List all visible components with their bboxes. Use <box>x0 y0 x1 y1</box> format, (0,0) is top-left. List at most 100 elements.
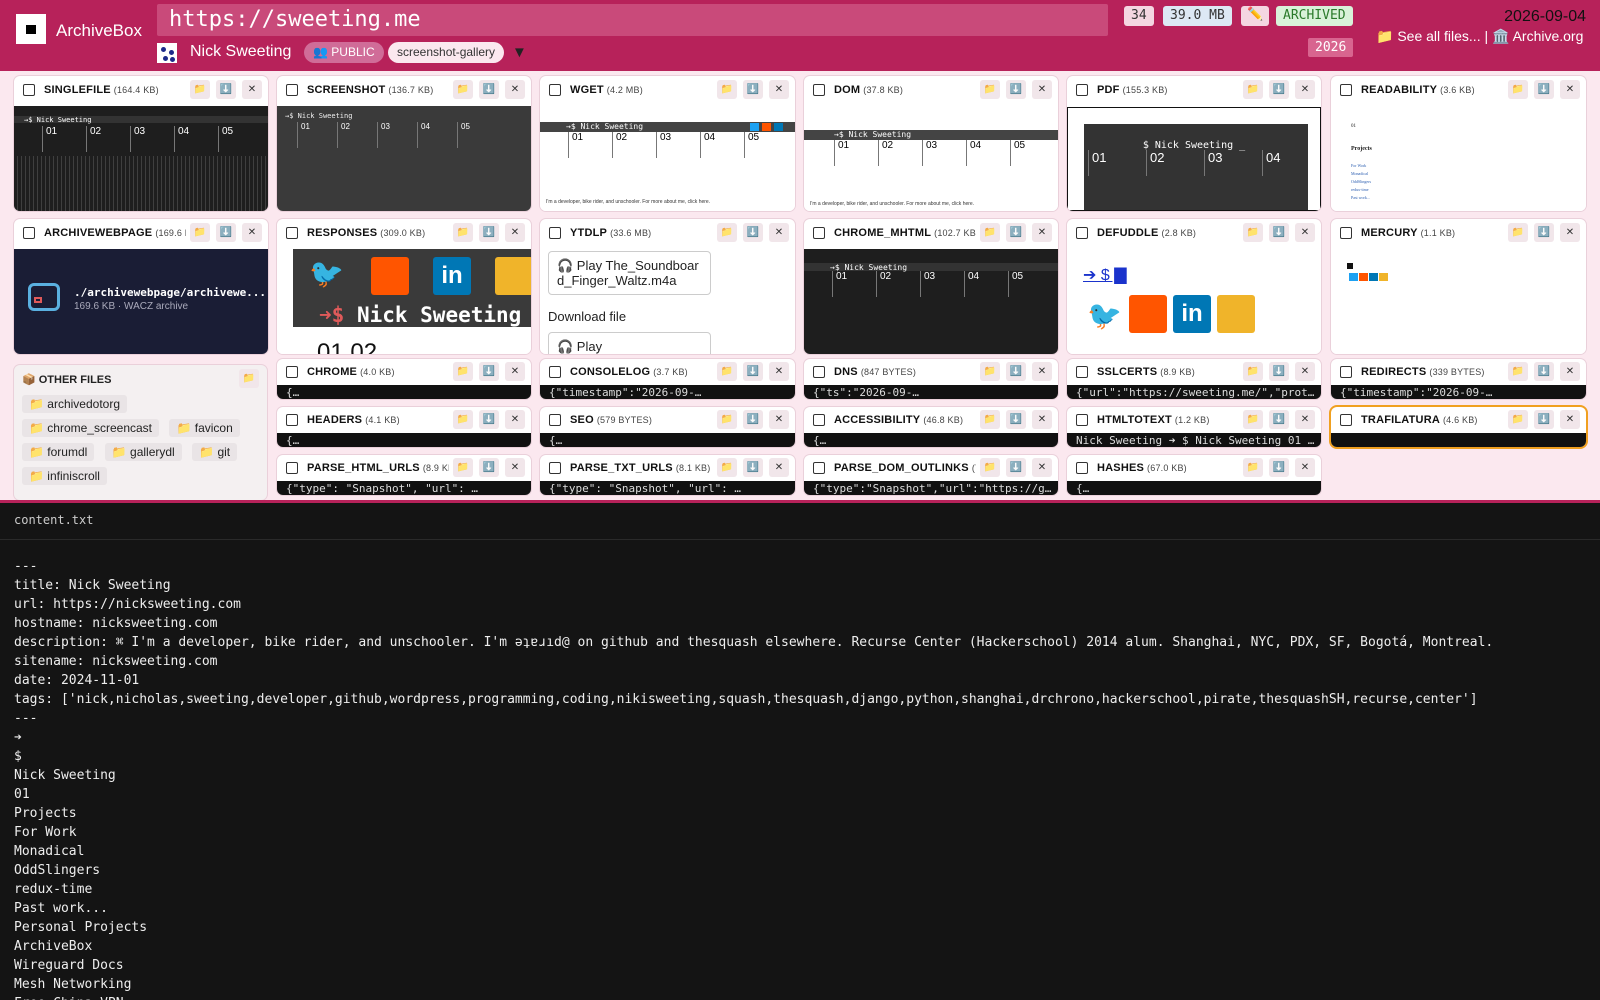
brand-name[interactable]: ArchiveBox <box>56 21 142 41</box>
card-readability[interactable]: READABILITY (3.6 KB) 📁 ⬇️ ✕ 01 Projects For… <box>1331 76 1586 211</box>
card-singlefile[interactable]: SINGLEFILE (164.4 KB) 📁 ⬇️ ✕ →$ Nick Sweeti… <box>14 76 268 211</box>
snapshot-url[interactable]: https://sweeting.me <box>157 4 1108 36</box>
linkedin-icon[interactable]: in <box>1173 295 1211 333</box>
download-icon[interactable]: ⬇️ <box>1006 362 1026 381</box>
mercury-preview[interactable] <box>1331 249 1586 354</box>
download-icon[interactable]: ⬇️ <box>743 223 763 242</box>
folder-icon[interactable]: 📁 <box>453 80 473 99</box>
folder-gallerydl[interactable]: 📁 gallerydl <box>104 443 182 461</box>
close-icon[interactable]: ✕ <box>769 80 789 99</box>
folder-infiniscroll[interactable]: 📁 infiniscroll <box>22 467 107 485</box>
close-icon[interactable]: ✕ <box>1032 362 1052 381</box>
linkedin-icon[interactable]: in <box>433 257 471 295</box>
card-headers[interactable]: HEADERS (4.1 KB) 📁 ⬇️ ✕ {… <box>277 407 531 447</box>
download-icon[interactable]: ⬇️ <box>1534 362 1554 381</box>
output-snippet[interactable]: {… <box>1067 481 1321 495</box>
close-icon[interactable]: ✕ <box>1032 410 1052 429</box>
folder-icon[interactable]: 📁 <box>239 369 259 388</box>
card-defuddle[interactable]: DEFUDDLE (2.8 KB) 📁 ⬇️ ✕ ➔ $ ▇ 🐦 in <box>1067 219 1321 354</box>
github-icon[interactable] <box>495 257 531 295</box>
see-all-files-link[interactable]: 📁 See all files... <box>1376 28 1481 44</box>
download-icon[interactable]: ⬇️ <box>1006 410 1026 429</box>
card-archivewebpage[interactable]: ARCHIVEWEBPAGE(169.6 KB) 📁⬇️✕ ./archivew… <box>14 219 268 354</box>
card-ytdlp[interactable]: YTDLP (33.6 MB) 📁 ⬇️ ✕ 🎧 Play The_Soundboar… <box>540 219 795 354</box>
close-icon[interactable]: ✕ <box>505 80 525 99</box>
close-icon[interactable]: ✕ <box>1295 223 1315 242</box>
output-snippet[interactable]: {"url":"https://sweeting.me/","prot… <box>1067 385 1321 399</box>
download-icon[interactable]: ⬇️ <box>216 80 236 99</box>
card-pdf[interactable]: PDF (155.3 KB) 📁 ⬇️ ✕ $ Nick Sweeting _ 01 0… <box>1067 76 1321 211</box>
folder-icon[interactable]: 📁 <box>980 410 1000 429</box>
screenshot-preview[interactable]: →$ Nick Sweeting 01 02 03 04 05 <box>277 106 531 211</box>
download-icon[interactable]: ⬇️ <box>1269 362 1289 381</box>
folder-icon[interactable]: 📁 <box>1508 223 1528 242</box>
folder-icon[interactable]: 📁 <box>453 223 473 242</box>
card-parse-html-urls[interactable]: PARSE_HTML_URLS (8.9 KB) 📁 ⬇️ ✕ {"type": "Sna… <box>277 455 531 495</box>
card-consolelog[interactable]: CONSOLELOG (3.7 KB) 📁 ⬇️ ✕ {"timestamp":"2026… <box>540 359 795 399</box>
folder-icon[interactable]: 📁 <box>453 458 473 477</box>
folder-icon[interactable]: 📁 <box>980 362 1000 381</box>
folder-icon[interactable]: 📁 <box>1243 80 1263 99</box>
twitter-icon[interactable]: 🐦 <box>309 257 349 297</box>
download-icon[interactable]: ⬇️ <box>1534 80 1554 99</box>
folder-icon[interactable]: 📁 <box>1508 410 1528 429</box>
card-chrome[interactable]: CHROME (4.0 KB) 📁 ⬇️ ✕ {… <box>277 359 531 399</box>
folder-icon[interactable]: 📁 <box>980 223 1000 242</box>
close-icon[interactable]: ✕ <box>769 362 789 381</box>
ytdlp-preview[interactable]: 🎧 Play The_Soundboard_Finger_Waltz.m4a D… <box>540 249 795 354</box>
close-icon[interactable]: ✕ <box>769 458 789 477</box>
output-snippet[interactable]: {… <box>277 433 531 447</box>
wget-preview[interactable]: →$ Nick Sweeting 01 02 03 04 05 I'm a develo… <box>540 110 795 211</box>
output-snippet[interactable]: {"type": "Snapshot", "url": … <box>540 481 795 495</box>
download-icon[interactable]: ⬇️ <box>1534 223 1554 242</box>
download-icon[interactable]: ⬇️ <box>479 80 499 99</box>
close-icon[interactable]: ✕ <box>1295 410 1315 429</box>
output-snippet[interactable]: {"ts":"2026-09-… <box>804 385 1058 399</box>
folder-chrome-screencast[interactable]: 📁 chrome_screencast <box>22 419 159 437</box>
output-snippet[interactable]: {"type":"Snapshot","url":"https://g… <box>804 481 1058 495</box>
pencil-icon[interactable]: ✏️ <box>1241 6 1270 26</box>
audio-play-button-2[interactable]: 🎧 Play <box>548 332 711 354</box>
folder-favicon[interactable]: 📁 favicon <box>169 419 240 437</box>
folder-icon[interactable]: 📁 <box>717 80 737 99</box>
card-seo[interactable]: SEO (579 BYTES) 📁 ⬇️ ✕ {… <box>540 407 795 447</box>
close-icon[interactable]: ✕ <box>1560 362 1580 381</box>
twitter-icon[interactable]: 🐦 <box>1087 299 1122 332</box>
folder-icon[interactable]: 📁 <box>717 362 737 381</box>
download-icon[interactable]: ⬇️ <box>1006 80 1026 99</box>
folder-forumdl[interactable]: 📁 forumdl <box>22 443 95 461</box>
card-responses[interactable]: RESPONSES (309.0 KB) 📁 ⬇️ ✕ 🐦 in ➜$ Nick Sw… <box>277 219 531 354</box>
folder-icon[interactable]: 📁 <box>1243 410 1263 429</box>
content-text[interactable]: --- title: Nick Sweeting url: https://ni… <box>14 557 1493 1000</box>
folder-icon[interactable]: 📁 <box>717 223 737 242</box>
download-icon[interactable]: ⬇️ <box>743 410 763 429</box>
output-snippet[interactable]: Nick Sweeting ➜ $ Nick Sweeting 01 … <box>1067 433 1321 447</box>
card-dns[interactable]: DNS (847 BYTES) 📁 ⬇️ ✕ {"ts":"2026-09-… <box>804 359 1058 399</box>
folder-icon[interactable]: 📁 <box>453 410 473 429</box>
responses-preview[interactable]: 🐦 in ➜$ Nick Sweeting 01 02 <box>277 249 531 354</box>
close-icon[interactable]: ✕ <box>505 410 525 429</box>
download-file-link[interactable]: Download file <box>548 309 626 324</box>
card-parse-txt-urls[interactable]: PARSE_TXT_URLS (8.1 KB) 📁 ⬇️ ✕ {"type": "Snap… <box>540 455 795 495</box>
card-accessibility[interactable]: ACCESSIBILITY (46.8 KB) 📁 ⬇️ ✕ {… <box>804 407 1058 447</box>
download-icon[interactable]: ⬇️ <box>216 223 236 242</box>
archivewebpage-preview[interactable]: ./archivewebpage/archivewe... 169.6 KB ·… <box>14 249 268 354</box>
close-icon[interactable]: ✕ <box>1032 223 1052 242</box>
close-icon[interactable]: ✕ <box>1295 362 1315 381</box>
visibility-badge[interactable]: 👥 PUBLIC <box>304 42 384 63</box>
folder-git[interactable]: 📁 git <box>192 443 238 461</box>
tag-badge[interactable]: screenshot-gallery <box>388 42 505 63</box>
output-snippet[interactable]: {"type": "Snapshot", "url": … <box>277 481 531 495</box>
folder-icon[interactable]: 📁 <box>980 458 1000 477</box>
card-dom[interactable]: DOM (37.8 KB) 📁 ⬇️ ✕ →$ Nick Sweeting 01 02 0… <box>804 76 1058 211</box>
card-trafilatura[interactable]: TRAFILATURA (4.6 KB) 📁 ⬇️ ✕ <box>1331 407 1586 447</box>
soundcloud-icon[interactable] <box>1129 295 1167 333</box>
folder-icon[interactable]: 📁 <box>1508 80 1528 99</box>
card-hashes[interactable]: HASHES (67.0 KB) 📁 ⬇️ ✕ {… <box>1067 455 1321 495</box>
archive-org-link[interactable]: 🏛️ Archive.org <box>1492 28 1583 44</box>
download-icon[interactable]: ⬇️ <box>479 458 499 477</box>
download-icon[interactable]: ⬇️ <box>743 80 763 99</box>
github-icon[interactable] <box>1217 295 1255 333</box>
close-icon[interactable]: ✕ <box>1560 410 1580 429</box>
owner-name[interactable]: Nick Sweeting <box>190 43 291 61</box>
